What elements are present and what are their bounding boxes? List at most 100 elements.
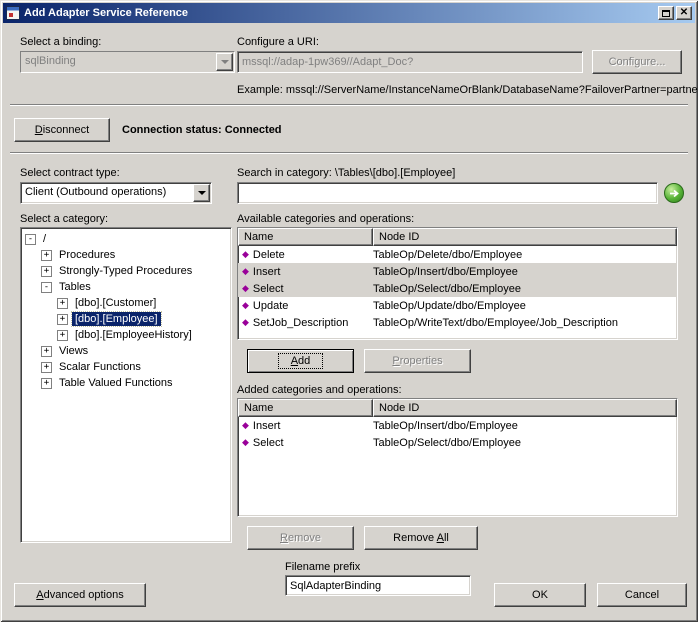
- collapse-icon[interactable]: -: [41, 281, 52, 293]
- table-row[interactable]: ◆ Insert TableOp/Insert/dbo/Employee: [238, 263, 677, 280]
- tree-item-label[interactable]: /: [40, 232, 49, 246]
- uri-label: Configure a URI:: [237, 36, 319, 48]
- tree-item[interactable]: - Tables: [21, 279, 231, 295]
- tree-item-label[interactable]: [dbo].[Employee]: [71, 311, 162, 327]
- tree-item[interactable]: + Scalar Functions: [21, 359, 231, 375]
- operation-node-id: TableOp/Update/dbo/Employee: [373, 299, 526, 312]
- connection-status: Connection status: Connected: [122, 124, 282, 136]
- search-go-button[interactable]: [664, 183, 684, 203]
- tree-item[interactable]: + [dbo].[EmployeeHistory]: [21, 327, 231, 343]
- added-table-body: ◆ Insert TableOp/Insert/dbo/Employee ◆ Selec…: [238, 417, 677, 451]
- operation-node-id: TableOp/Select/dbo/Employee: [373, 282, 521, 295]
- filename-prefix-input[interactable]: [285, 575, 471, 596]
- available-table-header: Name Node ID: [238, 228, 677, 246]
- tree-item[interactable]: + Strongly-Typed Procedures: [21, 263, 231, 279]
- operation-icon: ◆: [242, 420, 249, 430]
- tree-item-label[interactable]: [dbo].[Customer]: [72, 296, 159, 310]
- expand-icon[interactable]: +: [41, 345, 52, 357]
- table-row[interactable]: ◆ Insert TableOp/Insert/dbo/Employee: [238, 417, 677, 434]
- search-input[interactable]: [237, 182, 658, 204]
- remove-button[interactable]: Remove: [247, 526, 354, 550]
- added-label: Added categories and operations:: [237, 384, 402, 396]
- column-header-name[interactable]: Name: [238, 228, 373, 246]
- added-table-header: Name Node ID: [238, 399, 677, 417]
- window-title: Add Adapter Service Reference: [24, 7, 189, 19]
- chevron-down-icon: [197, 191, 206, 199]
- available-table[interactable]: Name Node ID ◆ Delete TableOp/Delete/dbo/E…: [237, 227, 678, 340]
- cancel-button[interactable]: Cancel: [597, 583, 687, 607]
- tree-item[interactable]: - /: [21, 231, 231, 247]
- maximize-button[interactable]: [658, 6, 674, 20]
- table-row[interactable]: ◆ Delete TableOp/Delete/dbo/Employee: [238, 246, 677, 263]
- filename-prefix-label: Filename prefix: [285, 561, 361, 573]
- operation-name: Insert: [252, 265, 281, 278]
- table-row[interactable]: ◆ Select TableOp/Select/dbo/Employee: [238, 280, 677, 297]
- table-row[interactable]: ◆ Select TableOp/Select/dbo/Employee: [238, 434, 677, 451]
- contract-type-value: Client (Outbound operations): [25, 186, 167, 198]
- operation-icon: ◆: [242, 317, 249, 327]
- binding-combobox-dropdown[interactable]: [216, 53, 233, 71]
- operation-name: Select: [252, 282, 284, 295]
- expand-icon[interactable]: +: [57, 297, 68, 309]
- uri-example-text: Example: mssql://ServerName/InstanceName…: [237, 84, 698, 96]
- tree-item-label[interactable]: Tables: [56, 280, 94, 294]
- tree-item[interactable]: + [dbo].[Customer]: [21, 295, 231, 311]
- category-label: Select a category:: [20, 213, 109, 225]
- column-header-node-id[interactable]: Node ID: [373, 399, 677, 417]
- add-button[interactable]: Add: [247, 349, 354, 373]
- expand-icon[interactable]: +: [57, 313, 68, 325]
- expand-icon[interactable]: +: [41, 249, 52, 261]
- tree-item[interactable]: + Views: [21, 343, 231, 359]
- tree-item-label[interactable]: [dbo].[EmployeeHistory]: [72, 328, 195, 342]
- operation-node-id: TableOp/WriteText/dbo/Employee/Job_Descr…: [373, 316, 618, 329]
- tree-item[interactable]: + [dbo].[Employee]: [21, 311, 231, 327]
- operation-icon: ◆: [242, 266, 249, 276]
- operation-name: Update: [252, 299, 289, 312]
- tree-item[interactable]: + Procedures: [21, 247, 231, 263]
- operation-node-id: TableOp/Select/dbo/Employee: [373, 436, 521, 449]
- separator: [10, 152, 688, 154]
- operation-icon: ◆: [242, 300, 249, 310]
- tree-item-label[interactable]: Views: [56, 344, 91, 358]
- close-button[interactable]: ✕: [676, 6, 692, 20]
- arrow-right-icon: [669, 189, 679, 197]
- expand-icon[interactable]: +: [41, 377, 52, 389]
- configure-button[interactable]: Configure...: [592, 50, 682, 74]
- app-icon: [6, 6, 20, 20]
- titlebar[interactable]: Add Adapter Service Reference ✕: [3, 3, 695, 23]
- search-category-label: Search in category: \Tables\[dbo].[Emplo…: [237, 167, 456, 179]
- connection-status-label: Connection status:: [122, 124, 222, 136]
- binding-combobox[interactable]: sqlBinding: [20, 51, 235, 73]
- collapse-icon[interactable]: -: [25, 233, 36, 245]
- close-icon: ✕: [679, 7, 689, 18]
- remove-all-button[interactable]: Remove All: [364, 526, 478, 550]
- expand-icon[interactable]: +: [57, 329, 68, 341]
- contract-type-dropdown[interactable]: [193, 184, 210, 202]
- operation-node-id: TableOp/Insert/dbo/Employee: [373, 265, 518, 278]
- uri-input[interactable]: [237, 51, 583, 73]
- table-row[interactable]: ◆ SetJob_Description TableOp/WriteText/dbo…: [238, 314, 677, 331]
- connection-status-value: Connected: [224, 124, 282, 136]
- properties-button[interactable]: Properties: [364, 349, 471, 373]
- operation-icon: ◆: [242, 437, 249, 447]
- tree-item-label[interactable]: Strongly-Typed Procedures: [56, 264, 195, 278]
- disconnect-button[interactable]: Disconnect: [14, 118, 110, 142]
- add-adapter-service-reference-dialog: Add Adapter Service Reference ✕ Select a…: [0, 0, 698, 622]
- operation-node-id: TableOp/Insert/dbo/Employee: [373, 419, 518, 432]
- binding-combobox-value: sqlBinding: [21, 52, 234, 72]
- added-table[interactable]: Name Node ID ◆ Insert TableOp/Insert/dbo/E…: [237, 398, 678, 517]
- tree-item-label[interactable]: Table Valued Functions: [56, 376, 176, 390]
- tree-item-label[interactable]: Scalar Functions: [56, 360, 144, 374]
- category-tree[interactable]: - / + Procedures + Strongly-Typed Procedures -…: [20, 227, 232, 543]
- tree-item-label[interactable]: Procedures: [56, 248, 118, 262]
- table-row[interactable]: ◆ Update TableOp/Update/dbo/Employee: [238, 297, 677, 314]
- tree-item[interactable]: + Table Valued Functions: [21, 375, 231, 391]
- expand-icon[interactable]: +: [41, 361, 52, 373]
- column-header-name[interactable]: Name: [238, 399, 373, 417]
- contract-type-combobox[interactable]: Client (Outbound operations): [20, 182, 212, 204]
- expand-icon[interactable]: +: [41, 265, 52, 277]
- operation-name: SetJob_Description: [252, 316, 349, 329]
- ok-button[interactable]: OK: [494, 583, 586, 607]
- advanced-options-button[interactable]: Advanced options: [14, 583, 146, 607]
- column-header-node-id[interactable]: Node ID: [373, 228, 677, 246]
